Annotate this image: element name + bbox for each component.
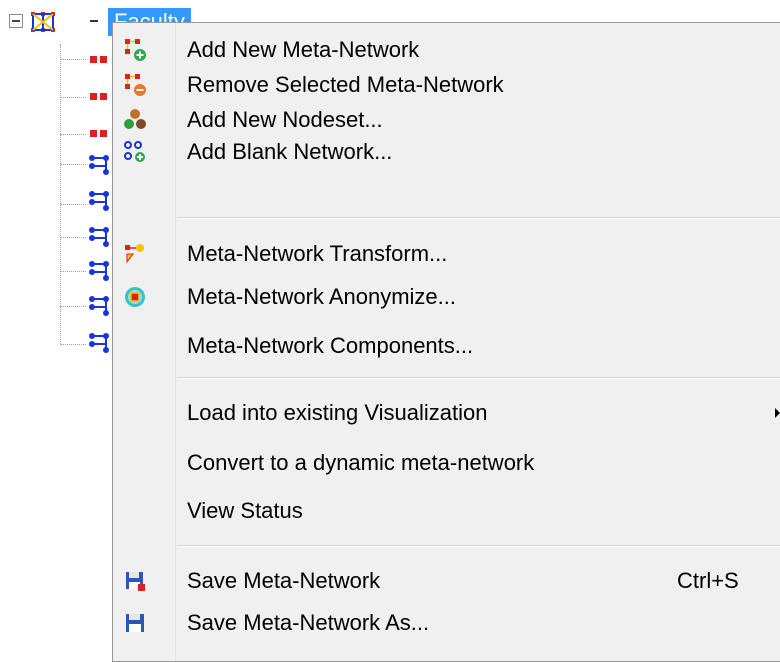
network-icon: [89, 261, 109, 281]
save-icon: [126, 572, 145, 591]
menu-separator: [177, 377, 780, 379]
submenu-arrow-icon: [775, 408, 780, 418]
menu-separator: [177, 545, 780, 547]
tree-connector: [60, 164, 86, 165]
menu-item-view-status[interactable]: View Status: [113, 494, 780, 528]
network-icon: [89, 191, 109, 211]
network-icon: [89, 155, 109, 175]
root-dash: [90, 20, 98, 22]
tree-connector: [60, 237, 86, 238]
shortcut-label: Ctrl+S: [677, 568, 739, 593]
menu-item-label: Add New Meta-Network: [187, 37, 420, 62]
tree-connector: [60, 204, 86, 205]
tree-connector: [60, 344, 86, 345]
menu-item-label: Remove Selected Meta-Network: [187, 72, 504, 97]
transform-icon: [125, 244, 144, 264]
menu-item-label: Save Meta-Network: [187, 568, 381, 593]
add-meta-network-icon: [125, 39, 146, 61]
menu-item-label: View Status: [187, 498, 303, 523]
menu-item-add-new-meta-network[interactable]: Add New Meta-Network: [113, 33, 780, 67]
menu-item-label: Meta-Network Anonymize...: [187, 284, 456, 309]
remove-meta-network-icon: [125, 74, 146, 96]
tree-connector: [60, 44, 61, 344]
menu-separator: [177, 217, 780, 219]
nodeset-icon: [90, 56, 107, 63]
nodeset-icon: [90, 93, 107, 100]
menu-item-save-meta-network[interactable]: Save Meta-Network Ctrl+S: [113, 564, 780, 598]
add-nodeset-icon: [124, 109, 146, 129]
menu-item-label: Save Meta-Network As...: [187, 610, 430, 635]
menu-item-save-meta-network-as[interactable]: Save Meta-Network As...: [113, 606, 780, 640]
tree-connector: [60, 134, 86, 135]
menu-item-meta-network-anonymize[interactable]: Meta-Network Anonymize...: [113, 280, 780, 314]
tree-connector: [60, 59, 86, 60]
save-as-icon: [126, 614, 144, 632]
menu-item-meta-network-transform[interactable]: Meta-Network Transform...: [113, 237, 780, 271]
menu-item-label: Add New Nodeset...: [187, 107, 383, 132]
tree-connector: [60, 97, 86, 98]
menu-item-label: Add Blank Network...: [187, 139, 393, 164]
context-menu: Add New Meta-Network Remove Selected Met…: [112, 22, 780, 662]
collapse-toggle[interactable]: [9, 14, 23, 28]
menu-item-load-into-existing-visualization[interactable]: Load into existing Visualization: [113, 396, 780, 430]
network-icon: [89, 296, 109, 316]
menu-item-label: Load into existing Visualization: [187, 400, 488, 425]
meta-network-root-icon: [31, 12, 55, 32]
menu-item-add-new-nodeset[interactable]: Add New Nodeset...: [113, 103, 780, 137]
network-icon: [89, 227, 109, 247]
menu-item-meta-network-components[interactable]: Meta-Network Components...: [113, 329, 780, 363]
tree-connector: [60, 271, 86, 272]
tree-connector: [60, 306, 86, 307]
menu-item-remove-selected-meta-network[interactable]: Remove Selected Meta-Network: [113, 68, 780, 102]
add-blank-network-icon: [124, 141, 145, 162]
network-icon: [89, 333, 109, 353]
anonymize-icon: [125, 287, 145, 307]
menu-item-label: Meta-Network Transform...: [187, 241, 448, 266]
nodeset-icon: [90, 130, 107, 137]
menu-item-label: Meta-Network Components...: [187, 333, 474, 358]
menu-item-add-blank-network[interactable]: Add Blank Network...: [113, 135, 780, 169]
menu-item-convert-to-dynamic-meta-network[interactable]: Convert to a dynamic meta-network: [113, 446, 780, 480]
menu-item-label: Convert to a dynamic meta-network: [187, 450, 535, 475]
